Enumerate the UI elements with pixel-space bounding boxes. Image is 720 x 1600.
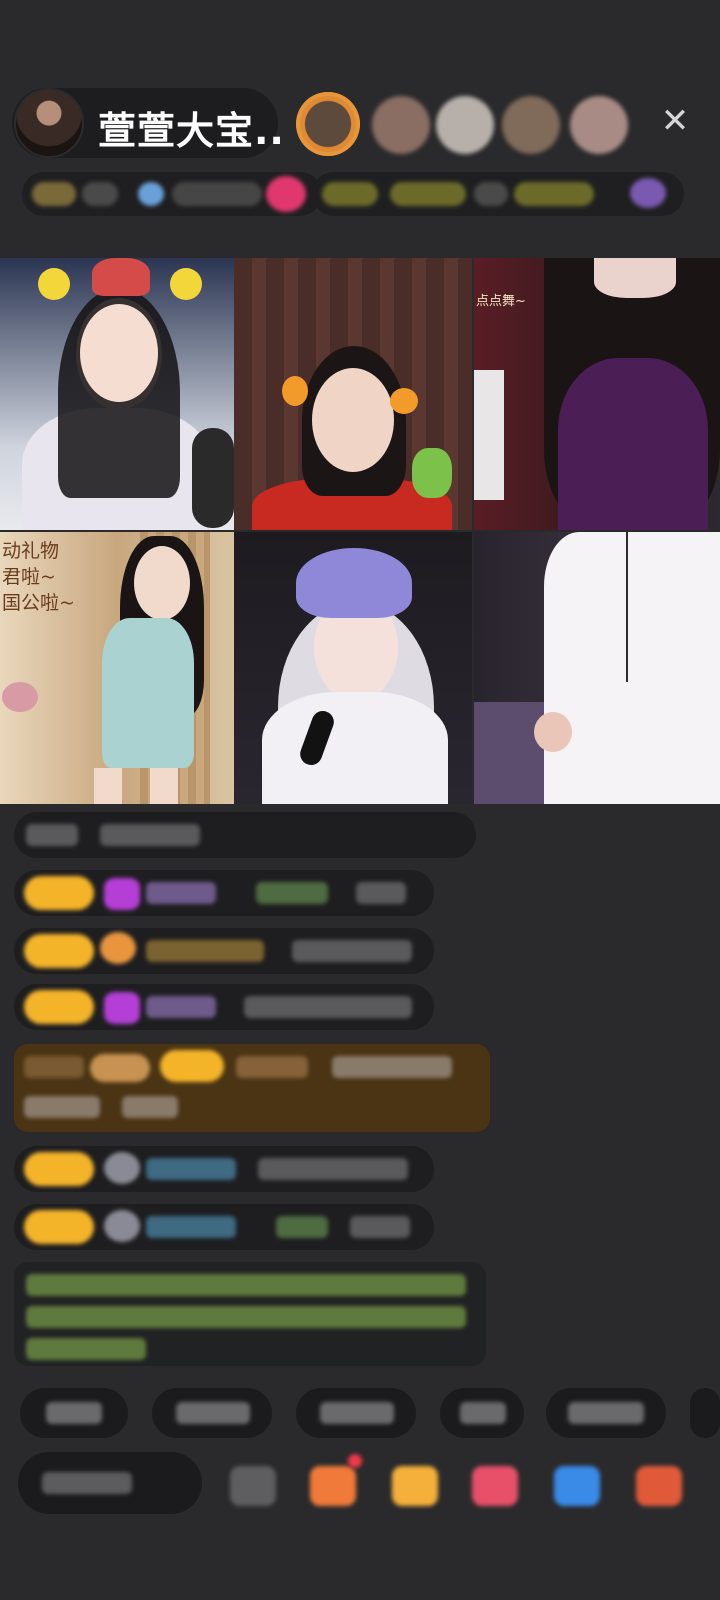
level-badge	[90, 1054, 150, 1082]
gift-icon[interactable]	[636, 1466, 682, 1506]
quick-reply-text	[46, 1402, 102, 1424]
close-icon[interactable]: ✕	[656, 102, 694, 140]
emoji-icon[interactable]	[230, 1466, 276, 1506]
chat-username	[146, 882, 216, 904]
gift-icon[interactable]	[266, 176, 306, 212]
fan-badge	[24, 1210, 94, 1244]
chat-username	[146, 940, 264, 962]
heart-icon[interactable]	[630, 178, 666, 208]
chat-text	[100, 824, 200, 846]
activity-text	[474, 182, 508, 206]
announcement-text	[26, 1274, 466, 1296]
chat-text	[350, 1216, 410, 1238]
chat-text	[26, 824, 78, 846]
share-icon[interactable]	[554, 1466, 600, 1506]
stat-text-2	[172, 182, 262, 206]
comment-placeholder	[42, 1472, 132, 1494]
notice-text	[24, 1056, 84, 1078]
top-viewer-avatar-3[interactable]	[436, 96, 494, 154]
host-avatar[interactable]	[14, 88, 84, 158]
coin-sticker	[170, 268, 202, 300]
quick-reply-text	[320, 1402, 394, 1424]
notice-text	[24, 1096, 100, 1118]
globe-icon	[138, 182, 164, 206]
announcement-text	[26, 1338, 146, 1360]
top-viewer-avatar-5[interactable]	[570, 96, 628, 154]
fan-badge	[24, 1152, 94, 1186]
chat-username	[146, 1216, 236, 1238]
fan-badge	[24, 876, 94, 910]
heart-chat-icon[interactable]	[472, 1466, 518, 1506]
coin-sticker	[38, 268, 70, 300]
video-cell-top-left[interactable]	[0, 258, 234, 530]
video-cell-top-middle[interactable]	[234, 258, 472, 530]
cell-overlay-text: 点点舞~	[476, 294, 526, 309]
top-viewer-avatar-1[interactable]	[296, 92, 360, 156]
beanie	[296, 548, 412, 618]
carrot-sticker	[390, 388, 418, 414]
quick-reply-chip[interactable]	[690, 1388, 720, 1438]
chat-text	[356, 882, 406, 904]
chat-text	[292, 940, 412, 962]
notification-dot	[348, 1454, 362, 1468]
stat-text	[82, 182, 118, 206]
microphone	[192, 428, 234, 528]
notice-text	[122, 1096, 178, 1118]
chat-message[interactable]	[14, 812, 476, 858]
chat-username	[146, 996, 216, 1018]
video-cell-top-right[interactable]: 点点舞~	[474, 258, 720, 530]
crown-sticker	[92, 258, 150, 296]
gem-icon	[104, 992, 140, 1024]
chat-text	[244, 996, 412, 1018]
quick-reply-text	[460, 1402, 506, 1424]
video-cell-bottom-right[interactable]	[474, 532, 720, 804]
announcement-text	[26, 1306, 466, 1328]
fan-badge	[24, 934, 94, 968]
top-viewer-avatar-4[interactable]	[502, 96, 560, 154]
treasure-icon[interactable]	[392, 1466, 438, 1506]
notice-text	[236, 1056, 308, 1078]
level-badge	[32, 182, 76, 206]
activity-tag-1	[322, 182, 378, 206]
user-avatar	[104, 1210, 140, 1242]
gift-box-icon[interactable]	[310, 1466, 356, 1506]
chat-text	[276, 1216, 328, 1238]
gem-icon	[104, 878, 140, 910]
video-cell-bottom-middle[interactable]	[234, 532, 472, 804]
chat-username	[146, 1158, 236, 1180]
fan-badge	[160, 1050, 224, 1082]
chat-text	[258, 1158, 408, 1180]
activity-tag-2	[390, 182, 466, 206]
fan-badge	[24, 990, 94, 1024]
fan-icon	[100, 932, 136, 964]
notice-text	[332, 1056, 452, 1078]
multi-guest-video-grid: 点点舞~ 动礼物 君啦~ 国公啦~	[0, 258, 720, 818]
cell-overlay-text: 动礼物 君啦~ 国公啦~	[2, 540, 75, 614]
quick-reply-text	[176, 1402, 250, 1424]
video-cell-bottom-left[interactable]: 动礼物 君啦~ 国公啦~	[0, 532, 234, 804]
user-avatar	[104, 1152, 140, 1184]
activity-tag-3	[514, 182, 594, 206]
carrot-sticker	[282, 376, 308, 406]
top-viewer-avatar-2[interactable]	[372, 96, 430, 154]
chat-text	[256, 882, 328, 904]
host-name[interactable]: 萱萱大宝...	[98, 100, 280, 155]
quick-reply-text	[568, 1402, 644, 1424]
